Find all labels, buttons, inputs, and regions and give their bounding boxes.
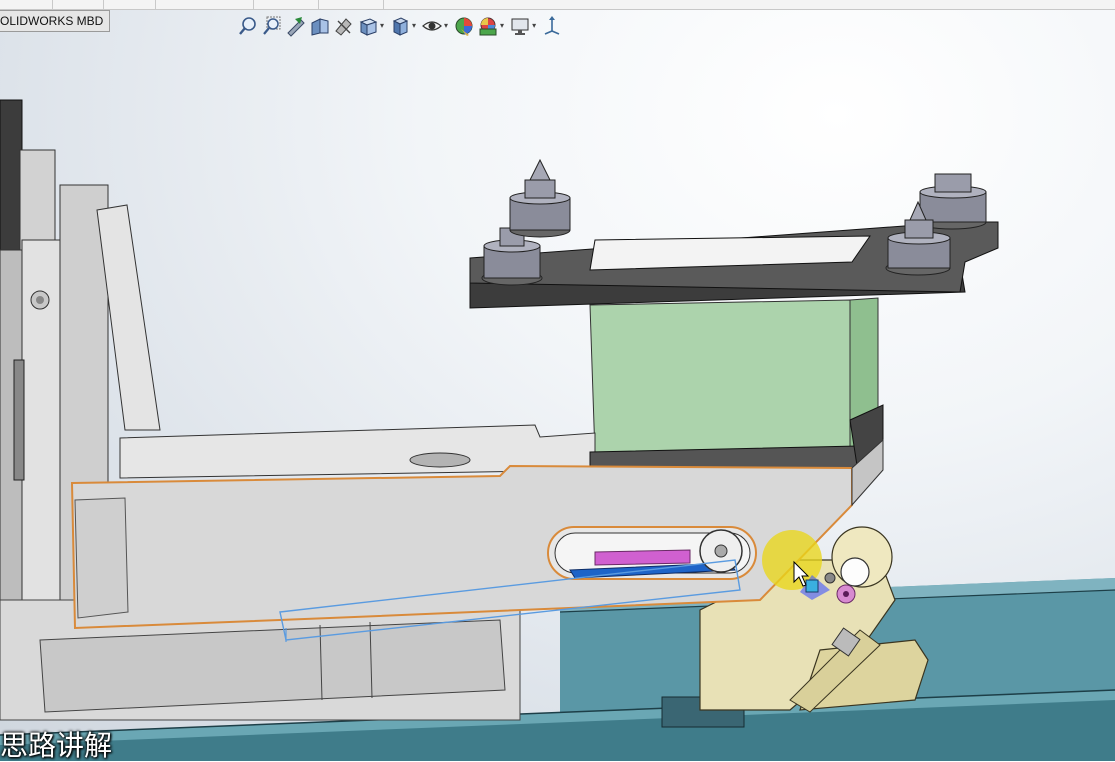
green-block[interactable] — [589, 297, 879, 456]
chevron-down-icon: ▾ — [380, 21, 385, 30]
heads-up-view-toolbar: ▾ ▾ ▾ ▾ ▾ — [237, 13, 563, 39]
assembly-model[interactable] — [0, 0, 1115, 761]
zoom-to-area-icon — [263, 16, 281, 35]
previous-view-button[interactable] — [285, 15, 307, 37]
chevron-down-icon: ▾ — [412, 21, 417, 30]
chevron-down-icon: ▾ — [532, 21, 537, 30]
display-style-button[interactable]: ▾ — [389, 15, 419, 37]
triad-icon — [544, 16, 560, 35]
hide-show-items-button[interactable]: ▾ — [421, 15, 451, 37]
apply-scene-button[interactable]: ▾ — [477, 15, 507, 37]
previous-view-icon — [287, 17, 305, 37]
section-view-icon — [311, 18, 329, 36]
dynamic-annotation-icon — [335, 18, 352, 36]
view-settings-icon — [511, 18, 529, 35]
triad-button[interactable] — [541, 15, 563, 37]
apply-scene-icon — [479, 17, 497, 36]
zoom-to-fit-icon — [239, 17, 256, 35]
command-tab-label: OLIDWORKS MBD — [0, 14, 104, 28]
dynamic-annotation-button[interactable] — [333, 15, 355, 37]
video-subtitle: 思路讲解 — [0, 729, 113, 762]
view-orientation-button[interactable]: ▾ — [357, 15, 387, 37]
zoom-to-area-button[interactable] — [261, 15, 283, 37]
graphics-area[interactable]: OLIDWORKS MBD ▾ ▾ ▾ ▾ ▾ 思路讲解 — [0, 0, 1115, 761]
slot-pulley[interactable] — [547, 526, 757, 580]
view-orientation-icon — [359, 18, 378, 36]
hide-show-items-icon — [422, 21, 442, 31]
zoom-to-fit-button[interactable] — [237, 15, 259, 37]
view-settings-button[interactable]: ▾ — [509, 15, 539, 37]
section-view-button[interactable] — [309, 15, 331, 37]
chevron-down-icon: ▾ — [500, 21, 505, 30]
command-manager-tab-mbd[interactable]: OLIDWORKS MBD — [0, 10, 111, 32]
chevron-down-icon: ▾ — [444, 21, 449, 30]
edit-appearance-button[interactable] — [453, 15, 475, 37]
edit-appearance-icon — [455, 17, 473, 36]
display-style-icon — [392, 17, 409, 36]
